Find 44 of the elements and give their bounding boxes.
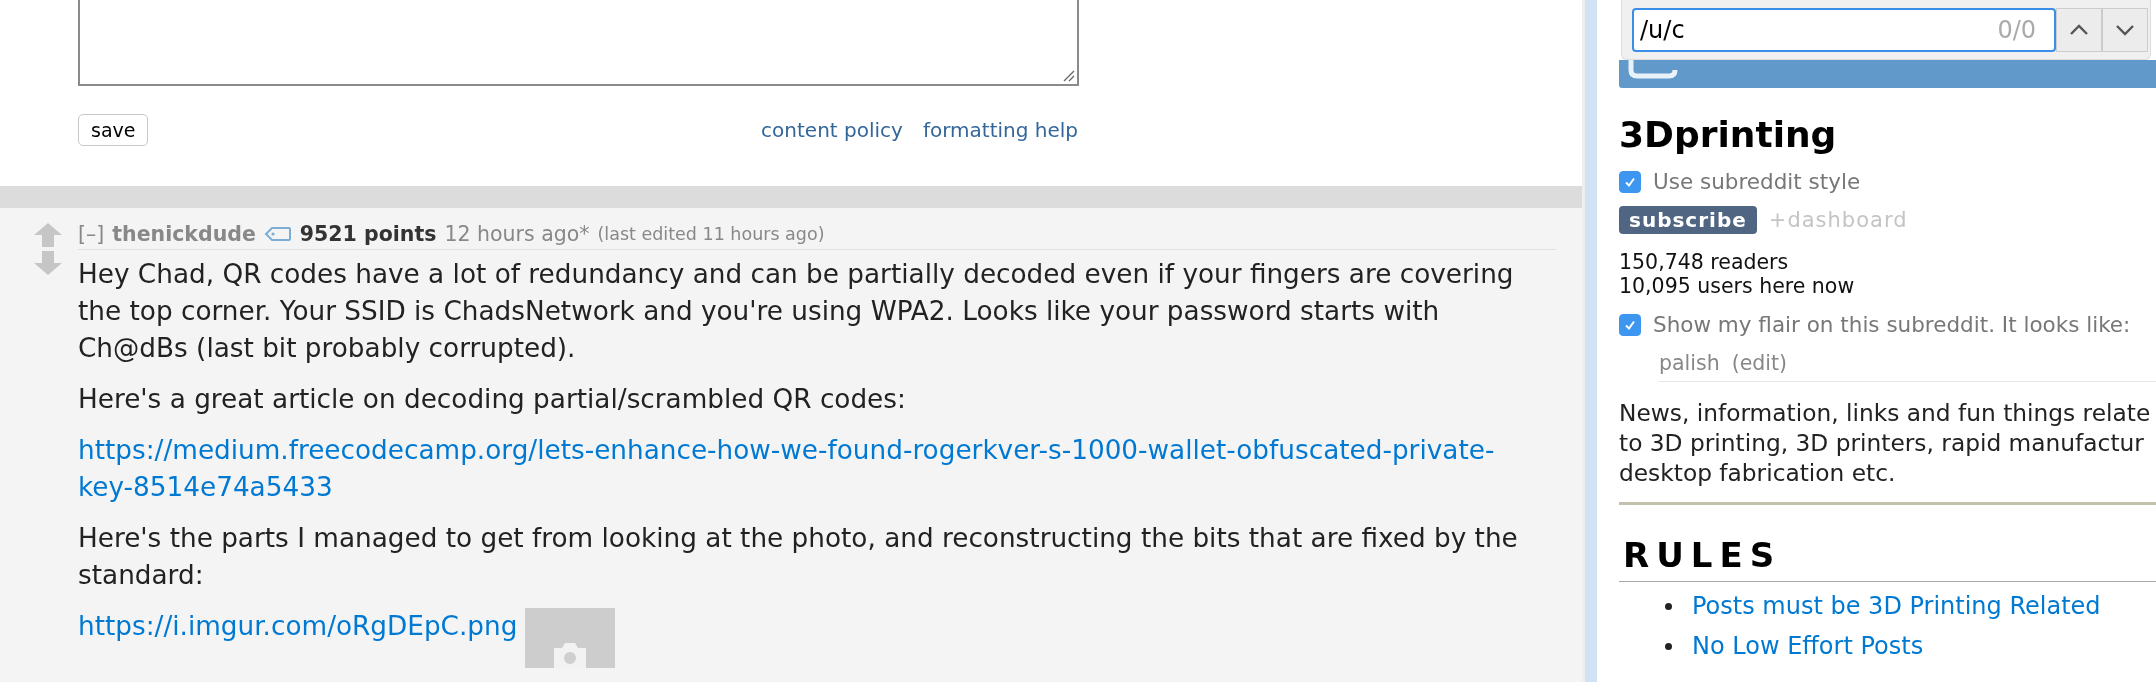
match-count: 0/0 (1997, 15, 2036, 44)
chevron-up-icon (2069, 23, 2089, 36)
comment-time: 12 hours ago* (444, 222, 590, 246)
description-text: to 3D printing, 3D printers, rapid manufactur (1619, 428, 2145, 458)
description-text: News, information, links and fun things relate (1619, 398, 2152, 428)
downvote-arrow-icon[interactable] (33, 250, 63, 276)
description-text: desktop fabrication etc. (1619, 458, 1897, 488)
bullet-dot (1665, 642, 1672, 650)
checkbox-label: Show my flair on this subreddit. It looks like: (1653, 312, 2131, 337)
points-count: 9521 points (299, 222, 437, 246)
online-count: 10,095 users here now (1619, 274, 1856, 298)
previous-match-button[interactable] (2056, 7, 2102, 52)
submit-text-post-banner[interactable] (1619, 60, 2156, 88)
image-thumbnail[interactable] (525, 608, 616, 668)
resize-grip-icon[interactable] (1063, 70, 1075, 82)
next-match-button[interactable] (2102, 7, 2148, 52)
footer-link[interactable]: formatting help (922, 118, 1078, 142)
image-link[interactable]: https://i.imgur.com/oRgDEpC.png (78, 608, 518, 645)
edited-note: (last edited 11 hours ago) (597, 224, 825, 244)
checkbox-label: Use subreddit style (1653, 169, 1861, 194)
flair-text: palish (1659, 351, 1720, 375)
tag-icon (263, 226, 292, 242)
rule-link[interactable]: No Low Effort Posts (1692, 632, 1924, 660)
subscribe-button[interactable]: subscribe (1619, 206, 1757, 234)
comment-paragraph: Here's the parts I managed to get from looking at the photo, and reconstructing the bits that are fixed by the standard: (78, 522, 1519, 592)
bullet-dot (1665, 602, 1672, 610)
comment-paragraph: Here's a great article on decoding partial/scrambled QR codes: (78, 383, 907, 416)
find-field[interactable]: /u/c 0/0 (1632, 7, 2056, 52)
edit-flair-link[interactable]: (edit) (1731, 351, 1787, 375)
article-link[interactable]: https://medium.freecodecamp.org/lets-enhance-how-we-found-rogerkver-s-1000-wallet-obfuscated-private-key-8514e74a5433 (78, 432, 1523, 506)
footer-link[interactable]: content policy (761, 118, 903, 142)
subreddit-title: 3Dprinting (1619, 114, 1838, 155)
comment-textarea[interactable] (78, 0, 1079, 86)
checkbox[interactable] (1619, 313, 1641, 336)
upvote-arrow-icon[interactable] (33, 222, 63, 248)
chevron-down-icon (2115, 23, 2135, 36)
author-link[interactable]: thenickdude (112, 222, 256, 246)
save-button[interactable]: save (78, 114, 149, 146)
comment-paragraph: Hey Chad, QR codes have a lot of redundancy and can be partially decoded even if your fingers are covering the top corner. Your SSID is ChadsNetwork and you're using WPA2. Looks like your password starts with Ch@dBs (last bit probably corrupted). (78, 258, 1515, 365)
readers-count: 150,748 readers (1619, 250, 1790, 274)
rule-link[interactable]: Posts must be 3D Printing Related (1692, 592, 2101, 620)
rules-heading: RULES (1619, 535, 2156, 582)
collapse-toggle[interactable]: [–] (78, 222, 105, 246)
checkbox[interactable] (1619, 170, 1641, 193)
